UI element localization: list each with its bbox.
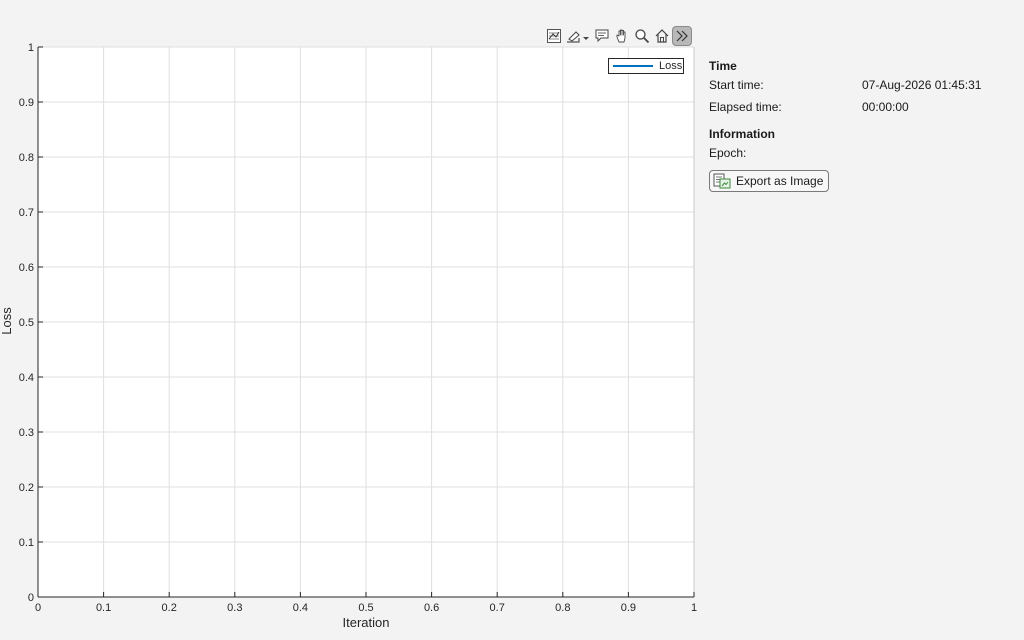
- x-tick-label: 0.8: [555, 602, 570, 614]
- y-tick-label: 1: [28, 42, 34, 54]
- epoch-label: Epoch:: [709, 146, 747, 160]
- x-tick-label: 0.3: [227, 602, 242, 614]
- pan-button[interactable]: [612, 26, 632, 46]
- x-tick-label: 0.4: [293, 602, 308, 614]
- x-axis-label: Iteration: [343, 615, 390, 630]
- collapse-toolbar-icon: [676, 30, 688, 42]
- x-tick-label: 0.9: [621, 602, 636, 614]
- x-tick-label: 0.5: [358, 602, 373, 614]
- export-as-image-button[interactable]: Export as Image: [709, 170, 830, 192]
- x-tick-label: 1: [691, 602, 697, 614]
- y-tick-label: 0.9: [19, 97, 34, 109]
- y-tick-label: 0.5: [19, 317, 34, 329]
- y-tick-label: 0.8: [19, 152, 34, 164]
- y-tick-label: 0.3: [19, 427, 34, 439]
- start-time-label: Start time:: [709, 78, 764, 92]
- data-tips-icon: [595, 29, 609, 43]
- x-tick-label: 0.2: [162, 602, 177, 614]
- y-tick-label: 0.7: [19, 207, 34, 219]
- export-axes-button[interactable]: [544, 26, 564, 46]
- data-tips-button[interactable]: [592, 26, 612, 46]
- export-axes-icon: [547, 29, 561, 43]
- start-time-value: 07-Aug-2026 01:45:31: [862, 78, 982, 92]
- time-section-title: Time: [709, 59, 737, 73]
- legend-label-loss: Loss: [659, 60, 683, 72]
- y-tick-label: 0.4: [19, 372, 34, 384]
- export-image-icon: [713, 173, 731, 189]
- chart-legend[interactable]: Loss: [608, 58, 684, 74]
- legend-swatch-loss: [613, 65, 653, 67]
- epoch-value: [862, 142, 1009, 164]
- y-axis-label: Loss: [0, 307, 14, 335]
- elapsed-time-value: 00:00:00: [862, 100, 909, 114]
- home-icon: [655, 29, 669, 43]
- y-tick-label: 0.2: [19, 482, 34, 494]
- axes-toolbar: [544, 25, 692, 47]
- brush-button[interactable]: [564, 26, 592, 46]
- elapsed-time-label: Elapsed time:: [709, 100, 782, 114]
- collapse-toolbar-button[interactable]: [672, 26, 692, 46]
- elapsed-time-row: Elapsed time: 00:00:00: [709, 96, 1009, 118]
- x-tick-label: 0.7: [490, 602, 505, 614]
- start-time-row: Start time: 07-Aug-2026 01:45:31: [709, 74, 1009, 96]
- x-tick-label: 0.6: [424, 602, 439, 614]
- info-panel: Time Start time: 07-Aug-2026 01:45:31 El…: [709, 58, 1009, 192]
- information-section-title: Information: [709, 127, 775, 141]
- x-tick-label: 0.1: [96, 602, 111, 614]
- y-tick-label: 0: [28, 592, 34, 604]
- home-button[interactable]: [652, 26, 672, 46]
- epoch-row: Epoch:: [709, 142, 1009, 164]
- zoom-icon: [635, 29, 650, 44]
- zoom-button[interactable]: [632, 26, 652, 46]
- y-tick-label: 0.1: [19, 537, 34, 549]
- pan-icon: [616, 29, 626, 43]
- y-tick-label: 0.6: [19, 262, 34, 274]
- brush-icon: [567, 31, 589, 43]
- export-as-image-label: Export as Image: [736, 174, 824, 188]
- x-tick-label: 0: [35, 602, 41, 614]
- training-progress-window: 0 0.1 0.2 0.3 0.4 0.5 0.6 0.7 0.8 0.9 1 0 0.1 0.2 0.3…: [0, 0, 1024, 640]
